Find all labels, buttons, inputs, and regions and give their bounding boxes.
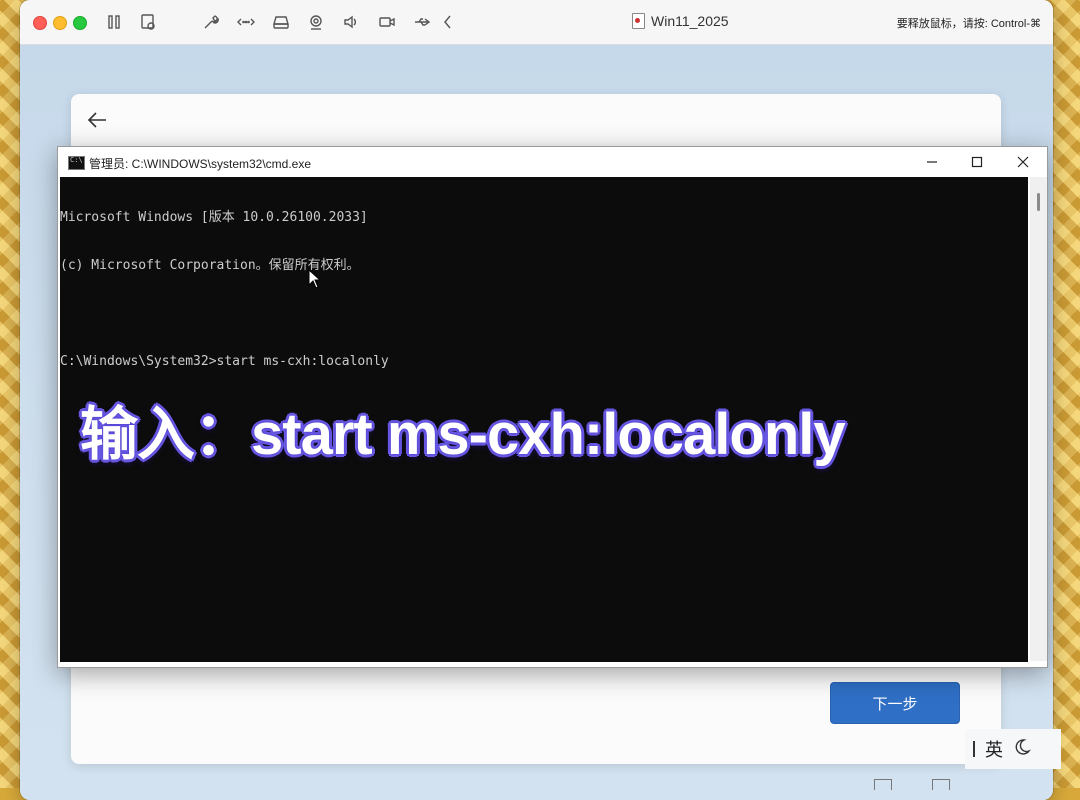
moon-icon[interactable] (1013, 738, 1032, 761)
console-line: C:\Windows\System32>start ms-cxh:localon… (60, 354, 389, 369)
network-status-icon[interactable] (932, 779, 950, 790)
pause-icon[interactable] (103, 11, 125, 33)
accessibility-icon[interactable] (874, 779, 892, 790)
ime-separator (973, 741, 975, 757)
next-button[interactable]: 下一步 (830, 682, 960, 724)
cmd-maximize-icon[interactable] (962, 151, 992, 173)
settings-wrench-icon[interactable] (200, 11, 222, 33)
usb-icon[interactable] (411, 11, 433, 33)
drive-icon[interactable] (270, 11, 292, 33)
mouse-release-hint: 要释放鼠标，请按: Control-⌘ (896, 18, 1041, 30)
vm-document-icon (632, 13, 645, 29)
overlay-caption: 输入：start ms-cxh:localonly (80, 402, 846, 467)
cmd-titlebar[interactable]: 管理员: C:\WINDOWS\system32\cmd.exe (58, 147, 1047, 177)
bottom-tray-icons (874, 779, 950, 790)
window-minimize-button[interactable] (53, 16, 67, 30)
network-icon[interactable] (235, 11, 257, 33)
window-close-button[interactable] (33, 16, 47, 30)
cmd-scrollbar[interactable] (1030, 177, 1047, 661)
cmd-close-icon[interactable] (1008, 151, 1038, 173)
console-line: (c) Microsoft Corporation。保留所有权利。 (60, 258, 360, 273)
console-line: Microsoft Windows [版本 10.0.26100.2033] (60, 210, 368, 225)
vm-title-text: Win11_2025 (651, 13, 729, 29)
camera-icon[interactable] (305, 11, 327, 33)
snapshot-icon[interactable] (137, 11, 159, 33)
cmd-app-icon (68, 156, 85, 170)
ime-tray[interactable]: 英 (965, 729, 1061, 769)
vm-titlebar: Win11_2025 要释放鼠标，请按: Control-⌘ (20, 0, 1053, 45)
vm-title: Win11_2025 (632, 13, 729, 29)
scrollbar-thumb[interactable] (1037, 193, 1040, 211)
window-fullscreen-button[interactable] (73, 16, 87, 30)
back-arrow-icon[interactable] (86, 108, 110, 132)
cmd-title: 管理员: C:\WINDOWS\system32\cmd.exe (89, 157, 312, 171)
chevron-left-icon[interactable] (437, 11, 459, 33)
cmd-minimize-icon[interactable] (917, 151, 947, 173)
ime-language[interactable]: 英 (985, 736, 1003, 762)
mouse-cursor-icon (308, 269, 322, 289)
volume-icon[interactable] (340, 11, 362, 33)
video-icon[interactable] (376, 11, 398, 33)
